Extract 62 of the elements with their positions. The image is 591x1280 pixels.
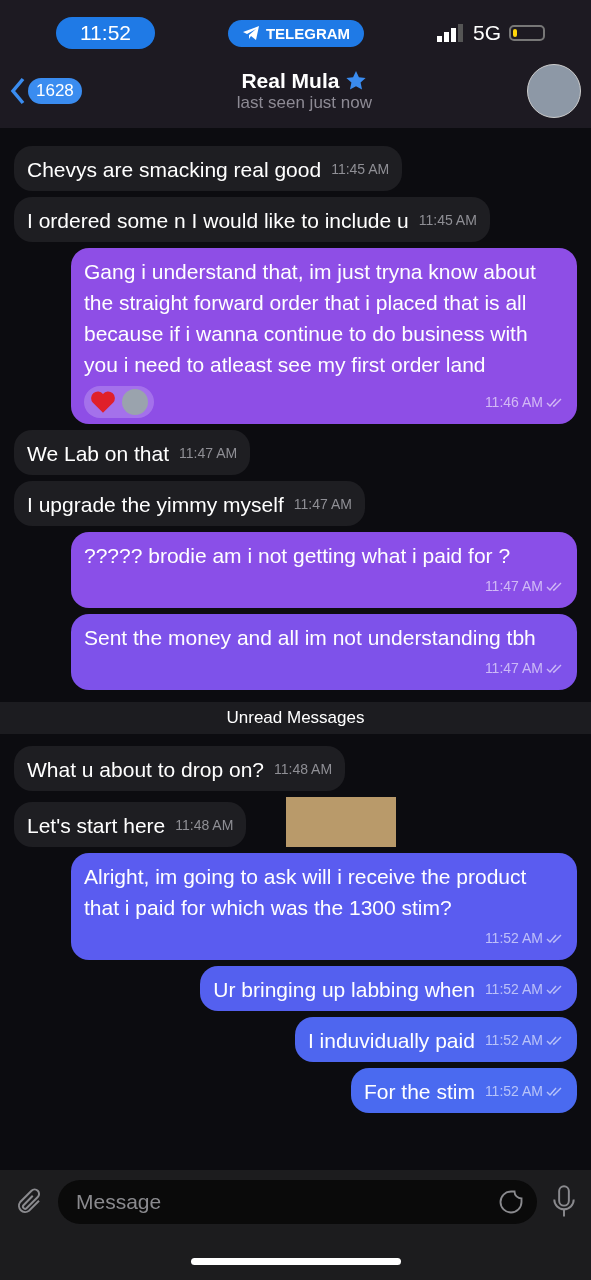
message-text: Sent the money and all im not understanding tbh [84,625,536,651]
message-time: 11:47 AM [484,659,543,678]
message-bubble[interactable]: ????? brodie am i not getting what i paid for ? 11:47 AM [71,532,577,608]
signal-icon [437,24,465,42]
message-bubble[interactable]: Alright, im going to ask will i receive the product that i paid for which was the 1300 stim? 11:52 AM [71,853,577,960]
message-text: For the stim [364,1079,475,1105]
star-icon [345,70,368,92]
message-text: Let's start here [27,813,166,839]
message-bubble[interactable]: Let's start here 11:48 AM [14,802,247,847]
message-time: 11:47 AM [293,495,352,514]
last-seen-status: last seen just now [236,93,372,113]
message-time: 11:46 AM [484,393,543,412]
message-bubble[interactable]: I upgrade the yimmy myself 11:47 AM [14,481,365,526]
message-bubble[interactable]: I ordered some n I would like to include u 11:45 AM [14,197,490,242]
sticker-icon[interactable] [497,1188,525,1216]
message-time: 11:47 AM [179,444,238,463]
double-check-icon [546,1086,564,1097]
message-bubble[interactable] [71,248,577,424]
message-time: 11:52 AM [484,929,543,948]
double-check-icon [546,933,564,944]
avatar [122,389,148,415]
message-time: 11:48 AM [175,816,234,835]
clock: 11:52 [56,17,155,49]
message-time: 11:47 AM [484,577,543,596]
message-text: Chevys are smacking real good [27,157,322,183]
message-text: We Lab on that [27,441,170,467]
double-check-icon [546,663,564,674]
message-time: 11:52 AM [484,1082,543,1101]
double-check-icon [546,984,564,995]
message-text: Gang i understand that, im just tryna know about the straight forward order that i placed that is all because if i wanna continue to do business with you i need to atleast see my first order land [84,259,537,378]
message-time: 11:52 AM [484,1031,543,1050]
message-text: Alright, im going to ask will i receive the product that i paid for which was the 1300 stim? [84,864,528,921]
message-bubble[interactable]: We Lab on that 11:47 AM [14,430,251,475]
chevron-left-icon [10,77,26,105]
double-check-icon [546,581,564,592]
message-bubble[interactable]: I induvidually paid 11:52 AM [294,1017,577,1062]
paper-plane-icon [241,25,260,41]
message-text: What u about to drop on? [27,757,264,783]
message-bubble[interactable]: Chevys are smacking real good 11:45 AM [14,146,403,191]
message-bubble[interactable]: For the stim 11:52 AM [351,1068,577,1113]
message-text: I upgrade the yimmy myself [27,492,284,518]
message-bubble[interactable]: Sent the money and all im not understanding tbh 11:47 AM [71,614,577,690]
message-time: 11:52 AM [484,980,543,999]
heart-icon [90,390,116,414]
message-bubble[interactable]: Ur bringing up labbing when 11:52 AM [200,966,577,1011]
message-time: 11:45 AM [331,160,390,179]
message-bubble[interactable]: What u about to drop on? 11:48 AM [14,746,346,791]
microphone-icon[interactable] [551,1185,577,1219]
double-check-icon [546,1035,564,1046]
double-check-icon [546,397,564,408]
message-text: I ordered some n I would like to include u [27,208,409,234]
battery-icon [509,25,545,41]
app-badge[interactable]: TELEGRAM [227,19,365,47]
avatar[interactable] [527,64,581,118]
chat-title[interactable]: Real Mula [241,69,340,93]
message-text: I induvidually paid [307,1028,475,1054]
message-input[interactable]: Message [58,1180,537,1224]
network-label: 5G [473,21,501,45]
message-time: 11:48 AM [274,760,333,779]
message-time: 11:45 AM [418,211,477,230]
message-text: Ur bringing up labbing when [213,977,475,1003]
message-text: ????? brodie am i not getting what i paid for ? [84,543,511,569]
